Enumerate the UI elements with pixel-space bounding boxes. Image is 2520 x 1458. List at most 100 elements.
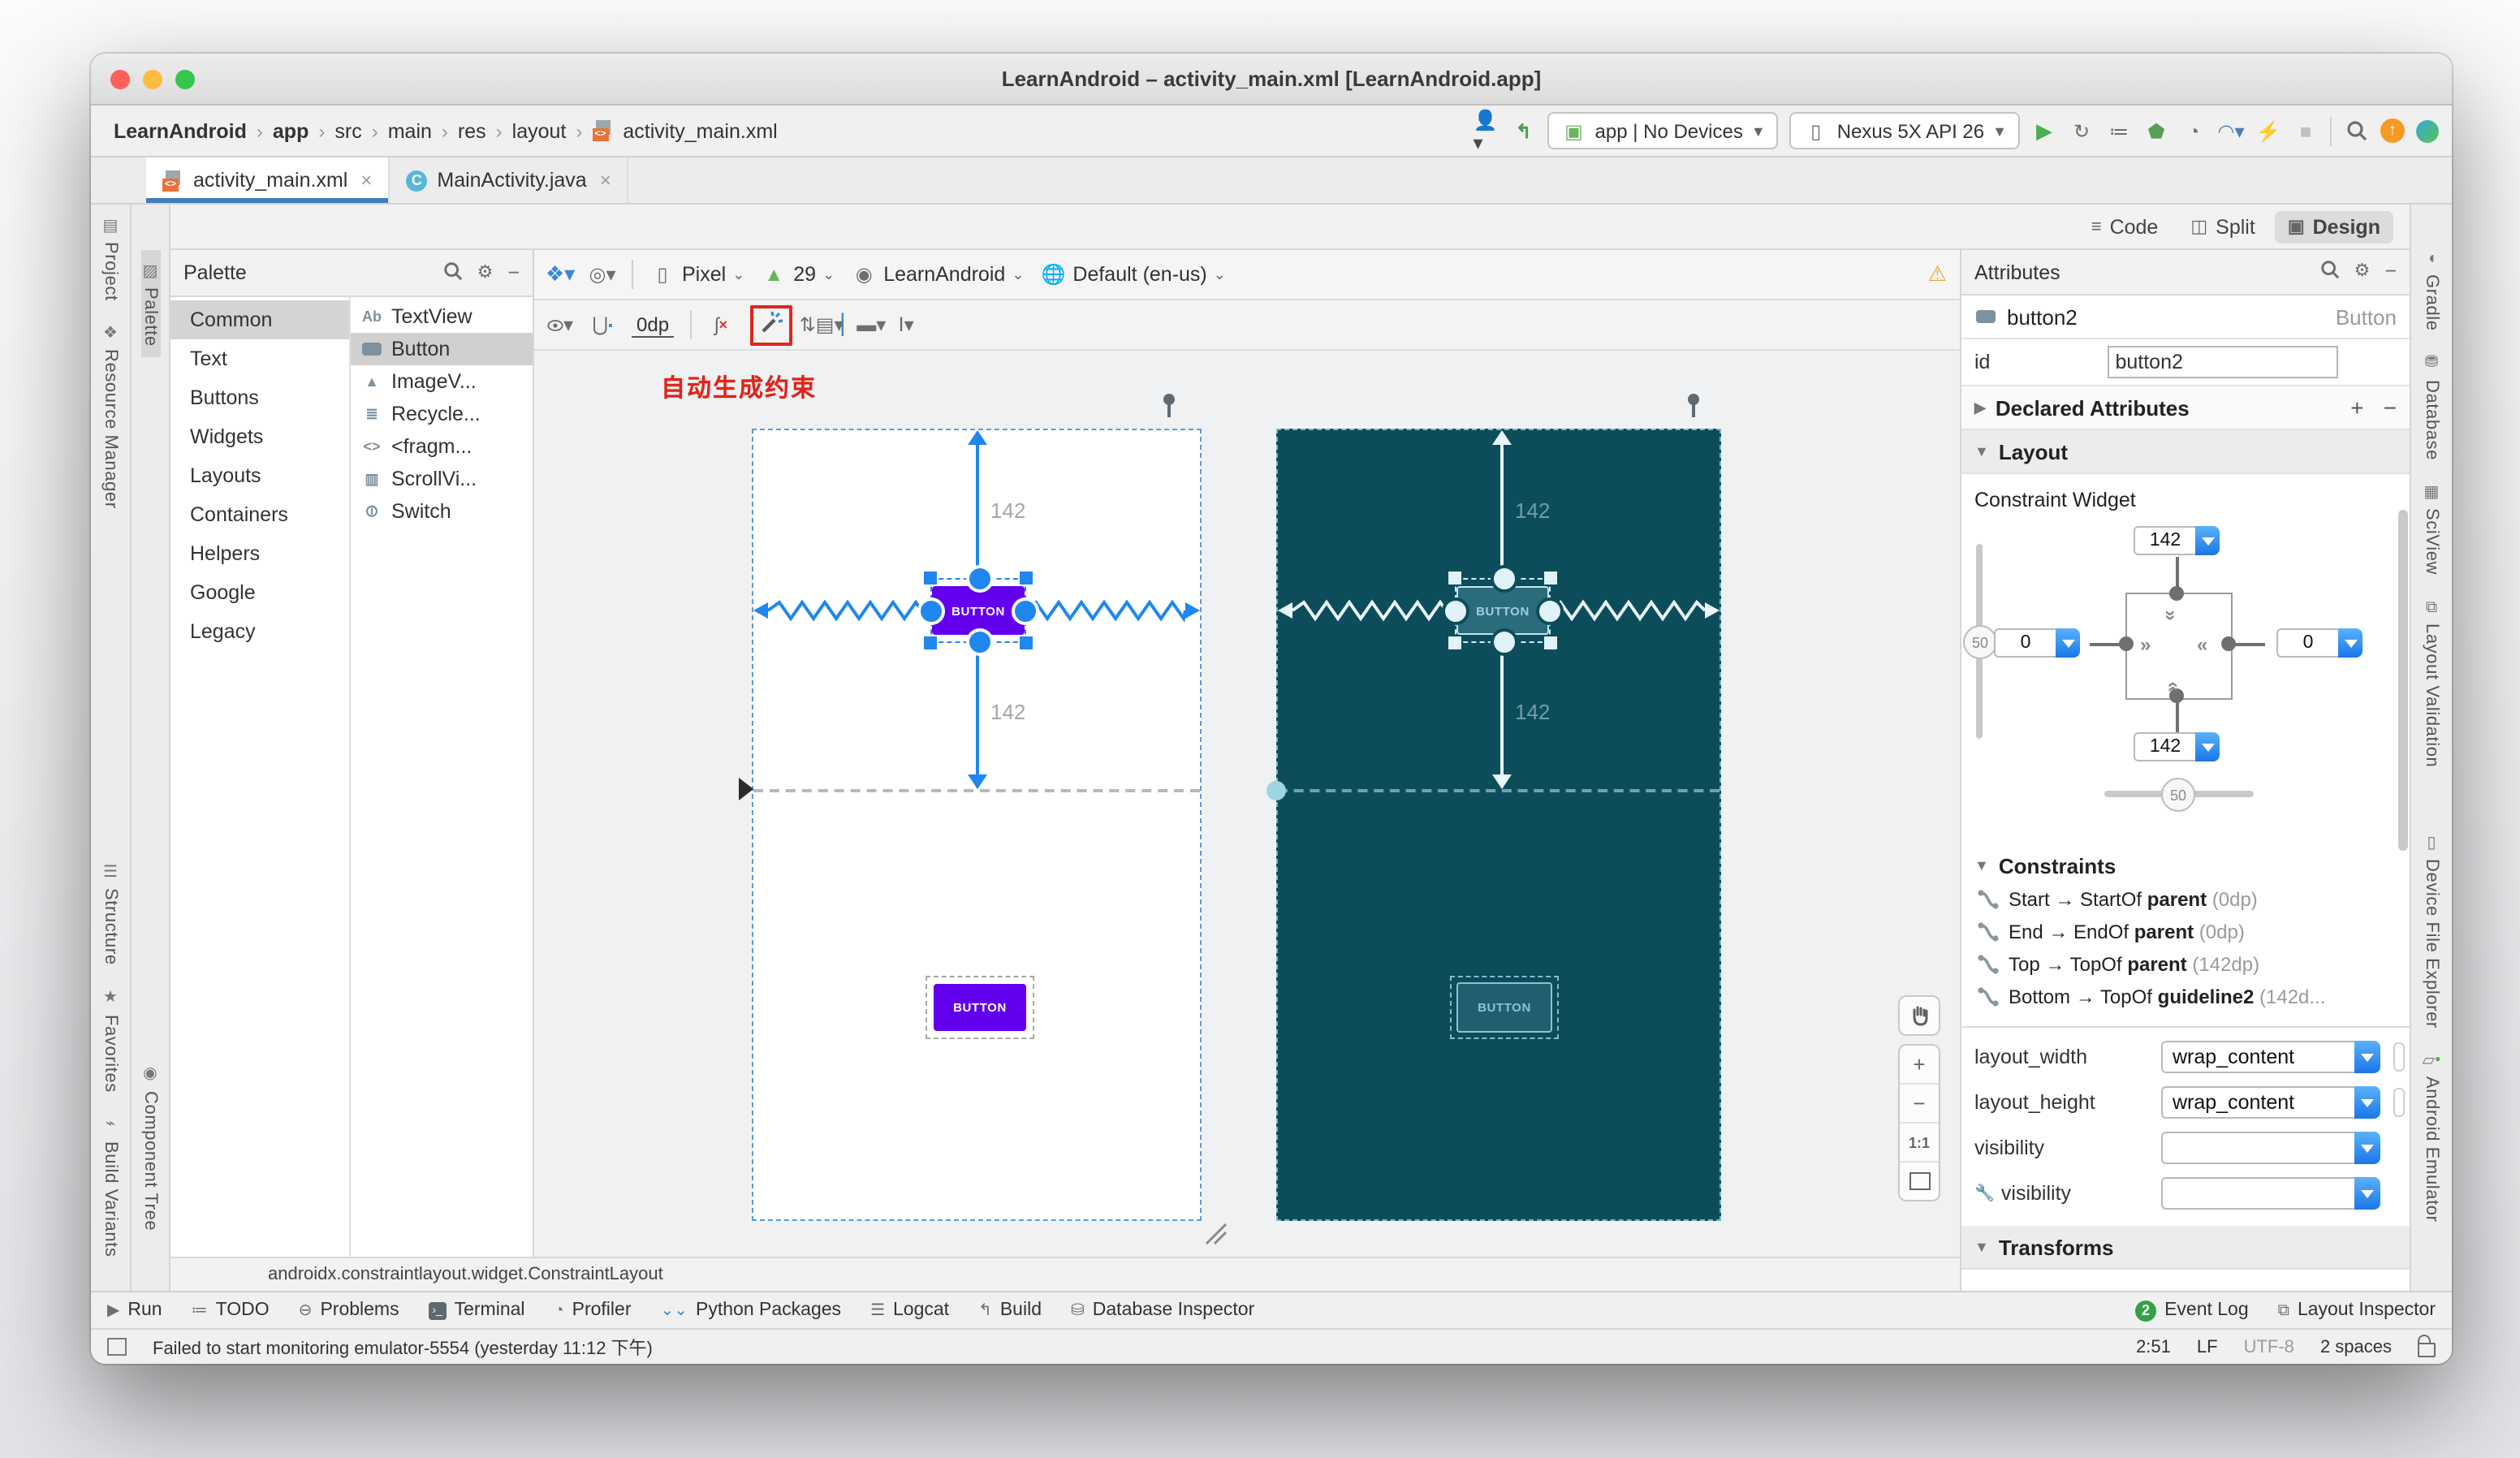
warning-icon[interactable]: ⚠ bbox=[1928, 261, 1947, 287]
minimize-panel-icon[interactable]: − bbox=[2384, 260, 2397, 284]
zoom-out-button[interactable]: − bbox=[1900, 1083, 1939, 1122]
constraint-row-top[interactable]: Top → TopOf parent (142dp) bbox=[1961, 948, 2410, 981]
tool-window-gradle[interactable]: ◖ Gradle bbox=[2422, 237, 2441, 343]
search-everywhere-icon[interactable] bbox=[2343, 118, 2369, 144]
end-anchor[interactable] bbox=[1536, 597, 1564, 625]
tool-window-todo[interactable]: ≔ TODO bbox=[192, 1301, 270, 1320]
view-options-eye-icon[interactable]: ▾ bbox=[547, 312, 573, 338]
top-connection-dot[interactable] bbox=[2169, 586, 2184, 601]
bottom-margin-combo[interactable]: 142 bbox=[2134, 732, 2220, 761]
gauge-icon[interactable]: ◠▾ bbox=[2218, 118, 2245, 144]
tool-window-database-inspector[interactable]: ⛁ Database Inspector bbox=[1071, 1301, 1254, 1320]
device-pin-icon[interactable] bbox=[1685, 393, 1702, 417]
chevron-down-icon[interactable] bbox=[2056, 628, 2080, 658]
user-avatar-icon[interactable]: 👤▾ bbox=[1474, 108, 1499, 153]
gear-icon[interactable]: ⚙ bbox=[2354, 260, 2371, 284]
vcs-update-icon[interactable]: ↰ bbox=[1511, 118, 1537, 144]
locale-select[interactable]: 🌐 Default (en-us) ⌄ bbox=[1040, 261, 1225, 287]
layout-height-combo[interactable]: wrap_content bbox=[2161, 1086, 2380, 1119]
palette-category-common[interactable]: Common bbox=[170, 300, 349, 339]
tool-window-python-packages[interactable]: ⌄⌄ Python Packages bbox=[661, 1301, 842, 1320]
palette-item-button[interactable]: Button bbox=[351, 333, 533, 365]
chevron-down-icon[interactable] bbox=[2354, 1041, 2380, 1073]
chevron-down-icon[interactable] bbox=[2354, 1177, 2380, 1210]
palette-item-fragment[interactable]: <> <fragm... bbox=[351, 430, 533, 463]
corner-handle[interactable] bbox=[1544, 636, 1557, 649]
indent-setting[interactable]: 2 spaces bbox=[2320, 1337, 2392, 1357]
zoom-in-button[interactable]: + bbox=[1900, 1046, 1939, 1083]
tool-window-event-log[interactable]: 2 Event Log bbox=[2135, 1300, 2249, 1321]
gear-icon[interactable]: ⚙ bbox=[477, 261, 494, 285]
top-margin-combo[interactable]: 142 bbox=[2134, 526, 2220, 555]
tool-window-build[interactable]: ↰ Build bbox=[978, 1301, 1042, 1320]
gradle-sync-icon[interactable] bbox=[2416, 119, 2439, 142]
align-icon[interactable]: ▏ ▬▾ bbox=[842, 312, 887, 338]
palette-category-helpers[interactable]: Helpers bbox=[170, 534, 349, 573]
end-anchor[interactable] bbox=[1012, 597, 1039, 625]
constraint-row-bottom[interactable]: Bottom → TopOf guideline2 (142d... bbox=[1961, 981, 2410, 1013]
update-available-icon[interactable]: ↑ bbox=[2380, 119, 2405, 143]
tool-window-logcat[interactable]: ☰ Logcat bbox=[870, 1301, 949, 1320]
chevron-down-icon[interactable] bbox=[2195, 732, 2220, 761]
palette-category-legacy[interactable]: Legacy bbox=[170, 612, 349, 651]
device-select[interactable]: ▯ Nexus 5X API 26 ▼ bbox=[1789, 112, 2020, 149]
mode-code-button[interactable]: ≡ Code bbox=[2078, 210, 2172, 243]
infer-constraints-wand-icon[interactable] bbox=[758, 309, 784, 335]
palette-item-imageview[interactable]: ▲ ImageV... bbox=[351, 365, 533, 398]
file-encoding[interactable]: UTF-8 bbox=[2244, 1337, 2294, 1357]
stop-button[interactable]: ■ bbox=[2293, 118, 2319, 144]
tool-window-database[interactable]: ⛃ Database bbox=[2422, 343, 2441, 472]
corner-handle[interactable] bbox=[1020, 636, 1033, 649]
button-widget[interactable]: BUTTON bbox=[1456, 586, 1549, 635]
vertical-bias-value[interactable]: 50 bbox=[1963, 625, 1997, 659]
guidelines-icon[interactable]: Ⅰ▾ bbox=[893, 312, 919, 338]
corner-handle[interactable] bbox=[1544, 572, 1557, 584]
chevron-down-icon[interactable] bbox=[2338, 628, 2362, 658]
layout-width-combo[interactable]: wrap_content bbox=[2161, 1041, 2380, 1073]
pan-hand-icon[interactable] bbox=[1900, 997, 1939, 1034]
palette-category-layouts[interactable]: Layouts bbox=[170, 456, 349, 495]
horizontal-bias-value[interactable]: 50 bbox=[2161, 778, 2195, 812]
caret-position[interactable]: 2:51 bbox=[2136, 1337, 2171, 1357]
id-input[interactable]: button2 bbox=[2107, 346, 2338, 378]
minimize-panel-icon[interactable]: − bbox=[507, 261, 520, 285]
palette-category-containers[interactable]: Containers bbox=[170, 495, 349, 534]
zoom-100-button[interactable]: 1:1 bbox=[1900, 1122, 1939, 1161]
top-anchor[interactable] bbox=[966, 565, 994, 593]
breadcrumb-src[interactable]: src bbox=[334, 119, 361, 142]
constraints-section[interactable]: ▼ Constraints bbox=[1961, 848, 2410, 883]
selected-button-widget[interactable]: BUTTON bbox=[1442, 565, 1564, 656]
tab-mainactivity-java[interactable]: C MainActivity.java × bbox=[390, 157, 629, 203]
start-chain-chevron[interactable]: » bbox=[2140, 633, 2151, 656]
constraint-row-end[interactable]: End → EndOf parent (0dp) bbox=[1961, 916, 2410, 948]
autoconnect-magnet-icon[interactable]: ⋃ ▪ bbox=[589, 312, 615, 338]
top-chain-chevron[interactable]: » bbox=[2160, 610, 2183, 617]
tool-window-problems[interactable]: ⊖ Problems bbox=[299, 1301, 399, 1320]
debug-button[interactable]: ⬟ bbox=[2143, 118, 2169, 144]
device-in-editor-select[interactable]: ▯ Pixel ⌄ bbox=[649, 261, 744, 287]
palette-item-scrollview[interactable]: ▥ ScrollVi... bbox=[351, 463, 533, 495]
device-resize-handle[interactable] bbox=[1203, 1221, 1228, 1245]
guideline-marker[interactable] bbox=[739, 778, 753, 800]
breadcrumb-res[interactable]: res bbox=[458, 119, 486, 142]
search-icon[interactable] bbox=[2320, 260, 2340, 284]
guideline-marker[interactable] bbox=[1266, 781, 1286, 800]
button-widget[interactable]: BUTTON bbox=[932, 586, 1025, 635]
profile-icon[interactable]: ◔ bbox=[2181, 118, 2207, 144]
button1-widget[interactable]: BUTTON bbox=[1456, 982, 1552, 1033]
attach-debugger-icon[interactable]: ↻ bbox=[2069, 118, 2095, 144]
attributes-scrollbar[interactable] bbox=[2398, 510, 2408, 851]
tool-window-project[interactable]: ▤ Project bbox=[101, 205, 120, 313]
status-message[interactable]: Failed to start monitoring emulator-5554… bbox=[153, 1334, 653, 1360]
close-tab-icon[interactable]: × bbox=[600, 169, 611, 192]
design-view-phone[interactable]: 142 142 BUTTON BUTTON bbox=[739, 429, 1202, 1221]
remove-attribute-button[interactable]: − bbox=[2384, 395, 2397, 421]
tool-window-resource-manager[interactable]: ❖ Resource Manager bbox=[101, 313, 120, 521]
mode-design-button[interactable]: ▣ Design bbox=[2274, 210, 2393, 243]
api-version-select[interactable]: ▲ 29 ⌄ bbox=[761, 261, 835, 287]
palette-item-recyclerview[interactable]: ≣ Recycle... bbox=[351, 398, 533, 430]
design-canvas[interactable]: 自动生成约束 142 142 BUTTON BUTTON 142 142 BUT… bbox=[534, 351, 1960, 1257]
chevron-down-icon[interactable] bbox=[2354, 1132, 2380, 1164]
tool-window-terminal[interactable]: ›_ Terminal bbox=[428, 1301, 525, 1320]
layout-section[interactable]: ▼ Layout bbox=[1961, 430, 2410, 474]
